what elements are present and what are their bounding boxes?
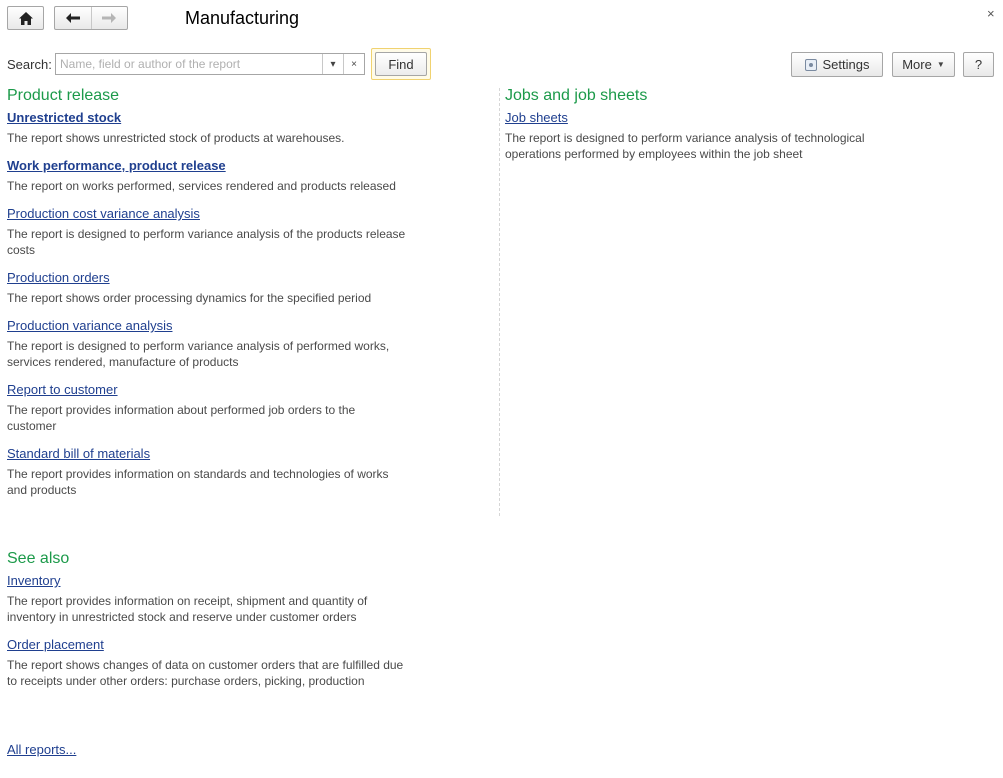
report-link-order-placement[interactable]: Order placement [7, 637, 104, 653]
forward-button[interactable] [90, 7, 128, 29]
chevron-down-icon: ▼ [936, 60, 945, 69]
report-link-report-to-customer[interactable]: Report to customer [7, 382, 118, 398]
report-description: The report is designed to perform varian… [505, 131, 865, 161]
report-link-job-sheets[interactable]: Job sheets [505, 110, 568, 126]
help-button[interactable]: ? [963, 52, 994, 77]
column-divider [499, 88, 500, 516]
home-icon [18, 11, 33, 25]
report-entry: Inventory The report provides informatio… [7, 569, 407, 625]
report-description: The report provides information on stand… [7, 467, 389, 497]
jobs-section: Jobs and job sheets Job sheets The repor… [505, 86, 905, 162]
report-link-standard-bill-of-materials[interactable]: Standard bill of materials [7, 446, 150, 462]
clear-icon: × [351, 58, 357, 70]
report-link-work-performance[interactable]: Work performance, product release [7, 158, 226, 174]
arrow-left-icon [65, 13, 80, 23]
report-link-production-cost-variance[interactable]: Production cost variance analysis [7, 206, 200, 222]
see-also-section: See also Inventory The report provides i… [7, 549, 407, 689]
search-dropdown-button[interactable]: ▾ [322, 54, 343, 74]
search-clear-button[interactable]: × [343, 54, 364, 74]
report-description: The report provides information on recei… [7, 594, 368, 624]
chevron-down-icon: ▾ [330, 58, 336, 70]
report-description: The report shows order processing dynami… [7, 291, 372, 305]
report-entry: Order placement The report shows changes… [7, 633, 407, 689]
report-panel-window: Manufacturing × Search: ▾ × Find Setting… [0, 0, 1003, 778]
report-link-production-variance[interactable]: Production variance analysis [7, 318, 172, 334]
report-entry: Standard bill of materials The report pr… [7, 442, 407, 498]
report-entry: Production orders The report shows order… [7, 266, 407, 306]
report-description: The report on works performed, services … [7, 179, 396, 193]
back-button[interactable] [55, 7, 91, 29]
find-button-highlight: Find [371, 48, 431, 80]
search-label: Search: [7, 57, 52, 72]
navigation-buttons [54, 6, 128, 30]
report-description: The report shows changes of data on cust… [7, 658, 404, 688]
report-description: The report is designed to perform varian… [7, 227, 406, 257]
report-description: The report provides information about pe… [7, 403, 356, 433]
more-button-label: More [902, 57, 932, 72]
report-description: The report is designed to perform varian… [7, 339, 390, 369]
page-title: Manufacturing [185, 8, 300, 28]
find-button[interactable]: Find [375, 52, 427, 76]
report-entry: Production cost variance analysis The re… [7, 202, 407, 258]
report-entry: Work performance, product release The re… [7, 154, 407, 194]
report-description: The report shows unrestricted stock of p… [7, 131, 345, 145]
search-field: ▾ × [55, 53, 365, 75]
settings-button-label: Settings [822, 57, 870, 72]
report-link-inventory[interactable]: Inventory [7, 573, 60, 589]
arrow-right-icon [102, 13, 117, 23]
report-entry: Unrestricted stock The report shows unre… [7, 106, 407, 146]
settings-icon [804, 58, 817, 71]
search-input[interactable] [56, 54, 322, 74]
product-release-section: Product release Unrestricted stock The r… [7, 86, 407, 498]
report-entry: Production variance analysis The report … [7, 314, 407, 370]
section-title-jobs: Jobs and job sheets [505, 87, 648, 104]
report-entry: Job sheets The report is designed to per… [505, 106, 905, 162]
all-reports-link[interactable]: All reports... [7, 742, 76, 757]
more-button[interactable]: More ▼ [892, 52, 955, 77]
report-entry: Report to customer The report provides i… [7, 378, 407, 434]
section-title-see-also: See also [7, 550, 70, 567]
section-title-product-release: Product release [7, 87, 120, 104]
home-button[interactable] [7, 6, 44, 30]
report-link-unrestricted-stock[interactable]: Unrestricted stock [7, 110, 121, 126]
close-icon[interactable]: × [987, 6, 995, 21]
report-link-production-orders[interactable]: Production orders [7, 270, 110, 286]
settings-button[interactable]: Settings [791, 52, 883, 77]
